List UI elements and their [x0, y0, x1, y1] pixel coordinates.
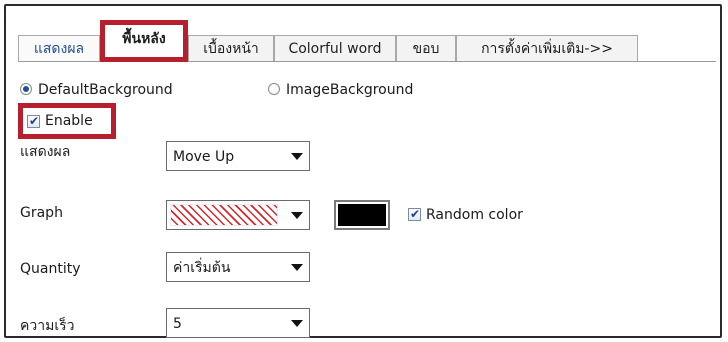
enable-checkbox[interactable]: [27, 112, 40, 130]
speed-label: ความเร็ว: [20, 318, 75, 334]
display-select[interactable]: Move Up: [166, 141, 310, 171]
speed-select[interactable]: 5: [166, 308, 310, 338]
graph-label: Graph: [20, 205, 63, 221]
tab-border[interactable]: ขอบ: [396, 35, 456, 61]
graph-color-swatch[interactable]: [334, 200, 390, 230]
chevron-down-icon: [291, 264, 303, 271]
tab-display[interactable]: แสดงผล: [18, 35, 100, 61]
display-value: Move Up: [173, 149, 235, 165]
image-background-option[interactable]: ImageBackground: [268, 80, 488, 100]
quantity-label: Quantity: [20, 261, 81, 277]
image-background-radio[interactable]: [268, 83, 280, 95]
tab-more-settings[interactable]: การตั้งค่าเพิ่มเติม->>: [456, 35, 638, 61]
chevron-down-icon: [291, 153, 303, 160]
speed-value: 5: [173, 316, 182, 332]
default-background-option[interactable]: DefaultBackground: [20, 80, 240, 100]
chevron-down-icon: [291, 212, 303, 219]
enable-highlight: Enable: [18, 103, 116, 139]
default-background-label: DefaultBackground: [38, 82, 173, 98]
hatch-pattern-preview: [170, 204, 278, 226]
enable-label: Enable: [45, 113, 93, 129]
image-background-label: ImageBackground: [286, 82, 414, 98]
quantity-select[interactable]: ค่าเริ่มต้น: [166, 252, 310, 282]
color-fill: [338, 204, 386, 226]
tab-bar: แสดงผล พื้นหลัง เบื้องหน้า Colorful word…: [16, 20, 716, 62]
tab-foreground[interactable]: เบื้องหน้า: [188, 35, 274, 61]
graph-select[interactable]: [166, 200, 310, 230]
default-background-radio[interactable]: [20, 83, 32, 95]
chevron-down-icon: [291, 320, 303, 327]
settings-panel: แสดงผล พื้นหลัง เบื้องหน้า Colorful word…: [4, 4, 722, 338]
tab-colorful-word[interactable]: Colorful word: [274, 35, 396, 61]
random-color-checkbox[interactable]: [408, 205, 421, 223]
quantity-value: ค่าเริ่มต้น: [173, 260, 231, 276]
display-label: แสดงผล: [20, 144, 71, 160]
tab-background[interactable]: พื้นหลัง: [100, 20, 188, 62]
random-color-label: Random color: [426, 207, 523, 223]
